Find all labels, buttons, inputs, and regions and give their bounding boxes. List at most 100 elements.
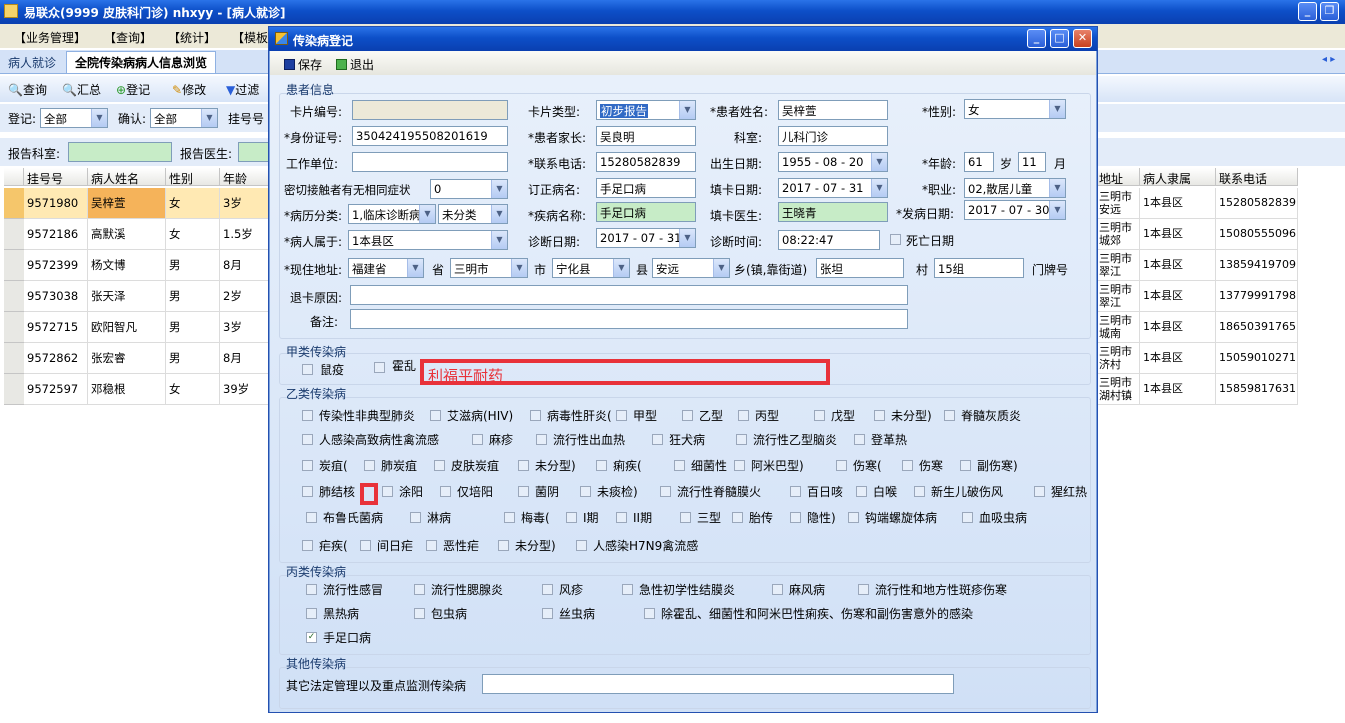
checkbox[interactable] [736, 434, 747, 445]
table-cell[interactable]: 8月 [220, 250, 270, 281]
table-cell[interactable]: 1本县区 [1140, 312, 1216, 343]
other-input[interactable] [482, 674, 954, 694]
card-type-select[interactable]: 初步报告 ▼ [596, 100, 696, 120]
checkbox[interactable] [382, 486, 393, 497]
group-input[interactable]: 15组 [934, 258, 1024, 278]
checkbox[interactable] [944, 410, 955, 421]
checkbox[interactable] [790, 486, 801, 497]
checkbox[interactable] [306, 512, 317, 523]
table-cell[interactable]: 9573038 [24, 281, 88, 312]
work-input[interactable] [352, 152, 508, 172]
row-indicator[interactable] [4, 343, 24, 374]
col-header-belong[interactable]: 病人隶属 [1140, 168, 1216, 186]
checkbox[interactable] [790, 512, 801, 523]
reg-select[interactable]: 全部 ▼ [40, 108, 108, 128]
contact-select[interactable]: 0 ▼ [430, 179, 508, 199]
job-select[interactable]: 02,散居儿童 ▼ [964, 178, 1066, 198]
table-cell[interactable]: 三明市城郊 [1096, 219, 1140, 250]
birth-picker[interactable]: 1955 - 08 - 20 ▼ [778, 152, 888, 172]
checkbox[interactable] [306, 584, 317, 595]
case-class2-select[interactable]: 未分类 ▼ [438, 204, 508, 224]
checkbox[interactable] [1034, 486, 1045, 497]
register-button[interactable]: ⊕登记 [116, 81, 150, 98]
table-cell[interactable]: 9572597 [24, 374, 88, 405]
checkbox-plague[interactable] [302, 364, 313, 375]
checkbox[interactable] [674, 460, 685, 471]
card-no-input[interactable] [352, 100, 508, 120]
county-select[interactable]: 宁化县 ▼ [552, 258, 630, 278]
checkbox[interactable] [814, 410, 825, 421]
death-checkbox[interactable] [890, 234, 901, 245]
checkbox[interactable] [364, 460, 375, 471]
checkbox[interactable] [616, 512, 627, 523]
checkbox[interactable] [530, 410, 541, 421]
menu-template[interactable]: 【模板 [232, 29, 268, 46]
checkbox[interactable] [472, 434, 483, 445]
table-cell[interactable]: 3岁 [220, 312, 270, 343]
disease-input[interactable]: 手足口病 [596, 202, 696, 222]
table-cell[interactable]: 三明市湖村镇 [1096, 374, 1140, 405]
checkbox[interactable] [682, 410, 693, 421]
city-select[interactable]: 三明市 ▼ [450, 258, 528, 278]
checkbox[interactable] [644, 608, 655, 619]
checkbox[interactable] [302, 410, 313, 421]
table-cell[interactable]: 13779991798 [1216, 281, 1298, 312]
table-cell[interactable]: 男 [166, 250, 220, 281]
checkbox[interactable] [542, 608, 553, 619]
confirm-select[interactable]: 全部 ▼ [150, 108, 218, 128]
row-indicator[interactable] [4, 188, 24, 219]
checkbox[interactable]: ✓ [306, 632, 317, 643]
tab-patient-visit[interactable]: 病人就诊 [4, 53, 60, 72]
checkbox[interactable] [902, 460, 913, 471]
table-cell[interactable]: 1本县区 [1140, 281, 1216, 312]
table-cell[interactable]: 9572399 [24, 250, 88, 281]
age-input[interactable]: 61 [964, 152, 994, 172]
phone-input[interactable]: 15280582839 [596, 152, 696, 172]
diag-date-picker[interactable]: 2017 - 07 - 31 ▼ [596, 228, 696, 248]
checkbox[interactable] [498, 540, 509, 551]
checkbox[interactable] [302, 434, 313, 445]
table-cell[interactable]: 2岁 [220, 281, 270, 312]
town-select[interactable]: 安远 ▼ [652, 258, 730, 278]
table-cell[interactable]: 15859817631 [1216, 374, 1298, 405]
table-cell[interactable]: 欧阳智凡 [88, 312, 166, 343]
checkbox[interactable] [414, 584, 425, 595]
checkbox[interactable] [504, 512, 515, 523]
table-cell[interactable]: 邓稳根 [88, 374, 166, 405]
parent-input[interactable]: 吴良明 [596, 126, 696, 146]
table-cell[interactable]: 三明市翠江 [1096, 250, 1140, 281]
checkbox[interactable] [302, 486, 313, 497]
belong-select[interactable]: 1本县区 ▼ [348, 230, 508, 250]
table-cell[interactable]: 女 [166, 374, 220, 405]
table-cell[interactable]: 女 [166, 188, 220, 219]
table-cell[interactable]: 男 [166, 312, 220, 343]
row-indicator[interactable] [4, 219, 24, 250]
note-input[interactable] [350, 309, 908, 329]
checkbox[interactable] [580, 486, 591, 497]
fill-date-picker[interactable]: 2017 - 07 - 31 ▼ [778, 178, 888, 198]
edit-button[interactable]: ✎修改 [172, 81, 206, 98]
row-indicator[interactable] [4, 374, 24, 405]
province-select[interactable]: 福建省 ▼ [348, 258, 424, 278]
col-header-phone[interactable]: 联系电话 [1216, 168, 1298, 186]
checkbox[interactable] [518, 486, 529, 497]
checkbox[interactable] [302, 460, 313, 471]
col-header-sex[interactable]: 性别 [166, 168, 220, 186]
checkbox[interactable] [732, 512, 743, 523]
table-cell[interactable]: 杨文博 [88, 250, 166, 281]
checkbox[interactable] [306, 608, 317, 619]
checkbox[interactable] [660, 486, 671, 497]
menu-query[interactable]: 【查询】 [104, 29, 152, 46]
checkbox[interactable] [434, 460, 445, 471]
diag-time-input[interactable]: 08:22:47 [778, 230, 880, 250]
table-cell[interactable]: 3岁 [220, 188, 270, 219]
col-header-address[interactable]: 地址 [1096, 168, 1140, 186]
query-button[interactable]: 🔍查询 [8, 81, 47, 98]
row-indicator[interactable] [4, 250, 24, 281]
table-cell[interactable]: 1本县区 [1140, 374, 1216, 405]
row-indicator[interactable] [4, 281, 24, 312]
checkbox[interactable] [874, 410, 885, 421]
table-cell[interactable]: 女 [166, 219, 220, 250]
table-cell[interactable]: 张宏睿 [88, 343, 166, 374]
checkbox[interactable] [734, 460, 745, 471]
